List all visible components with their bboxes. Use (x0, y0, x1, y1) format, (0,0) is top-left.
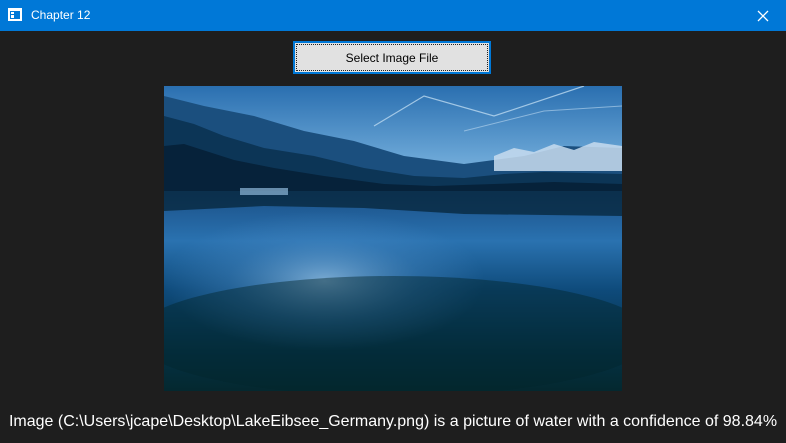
app-window-icon (8, 8, 22, 21)
title-bar[interactable]: Chapter 12 (0, 0, 786, 31)
app-window: Chapter 12 Select Image File Image (C:\U… (0, 0, 786, 443)
classification-result: Image (C:\Users\jcape\Desktop\LakeEibsee… (8, 413, 778, 430)
select-image-file-button[interactable]: Select Image File (293, 41, 491, 74)
lake-photo (164, 86, 622, 391)
close-button[interactable] (740, 0, 786, 31)
window-title: Chapter 12 (31, 8, 91, 22)
close-icon (757, 10, 769, 21)
